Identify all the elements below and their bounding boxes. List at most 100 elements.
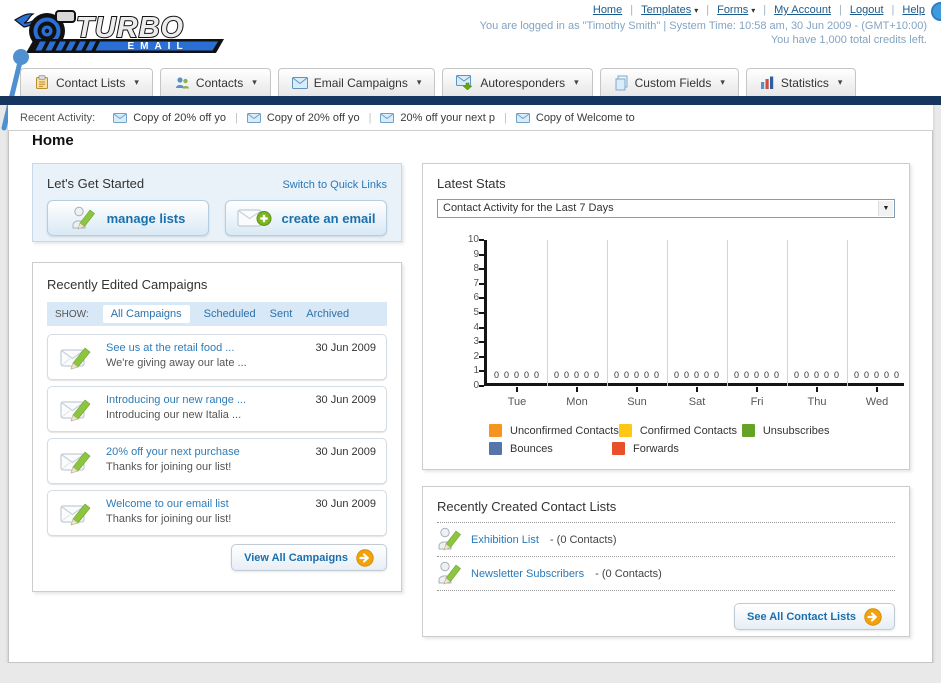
chart-gridline bbox=[847, 240, 848, 386]
chart-legend: Unconfirmed Contacts Confirmed Contacts Un… bbox=[489, 424, 871, 455]
tab-statistics[interactable]: Statistics ▾ bbox=[745, 68, 857, 96]
campaign-title-link[interactable]: 20% off your next purchase bbox=[106, 446, 240, 458]
legend-item: Forwards bbox=[612, 442, 735, 455]
chart-gridline bbox=[607, 240, 608, 386]
data-value-label: 0 bbox=[613, 370, 619, 380]
contact-list-link[interactable]: Newsletter Subscribers bbox=[471, 568, 584, 580]
campaign-title-link[interactable]: See us at the retail food ... bbox=[106, 342, 234, 354]
activity-separator: | bbox=[504, 111, 507, 124]
tab-contacts[interactable]: Contacts ▾ bbox=[159, 68, 271, 96]
legend-swatch bbox=[489, 442, 502, 455]
tab-dropdown-arrow-icon: ▾ bbox=[837, 77, 843, 87]
stats-period-select[interactable]: Contact Activity for the Last 7 Days ▼ bbox=[437, 199, 895, 218]
campaign-list: See us at the retail food ... We're givin… bbox=[47, 334, 387, 536]
envelope-pencil-icon bbox=[60, 500, 92, 533]
recent-activity-items: Copy of 20% off yo | Copy of 20% off yo | 20… bbox=[113, 112, 635, 124]
data-value-label: 0 bbox=[833, 370, 839, 380]
data-value-label: 0 bbox=[583, 370, 589, 380]
create-email-label: create an email bbox=[281, 210, 376, 226]
envelope-pencil-icon bbox=[60, 344, 92, 377]
header-nav-links: Home | Templates ▾ | Forms ▾ | My Account | Logout… bbox=[480, 4, 927, 16]
filter-archived[interactable]: Archived bbox=[306, 308, 349, 320]
manage-lists-button[interactable]: manage lists bbox=[47, 200, 209, 236]
campaigns-title: Recently Edited Campaigns bbox=[47, 277, 208, 292]
person-pencil-icon bbox=[437, 526, 463, 553]
contact-list-item[interactable]: Newsletter Subscribers - (0 Contacts) bbox=[437, 557, 895, 591]
filter-all-campaigns[interactable]: All Campaigns bbox=[102, 305, 190, 323]
tab-email-campaigns[interactable]: Email Campaigns ▾ bbox=[277, 68, 436, 96]
y-axis-tick-label: 0 bbox=[473, 380, 479, 391]
tab-autoresponders[interactable]: Autoresponders ▾ bbox=[442, 68, 593, 96]
x-axis-tick bbox=[636, 387, 638, 392]
chart-gridline bbox=[787, 240, 788, 386]
campaign-card[interactable]: 20% off your next purchase Thanks for joi… bbox=[47, 438, 387, 484]
nav-separator: | bbox=[891, 4, 895, 16]
data-value-label: 0 bbox=[573, 370, 579, 380]
data-value-label: 0 bbox=[693, 370, 699, 380]
recent-activity-item[interactable]: Copy of Welcome to bbox=[515, 111, 635, 124]
filter-scheduled[interactable]: Scheduled bbox=[204, 308, 256, 320]
header-link-logout[interactable]: Logout bbox=[850, 4, 884, 16]
campaign-card[interactable]: Introducing our new range ... Introducing… bbox=[47, 386, 387, 432]
data-value-label: 0 bbox=[813, 370, 819, 380]
recent-activity-item[interactable]: 20% off your next p bbox=[380, 112, 495, 124]
contact-list-item[interactable]: Exhibition List - (0 Contacts) bbox=[437, 523, 895, 557]
y-axis-tick-label: 5 bbox=[473, 307, 479, 318]
autoresponder-icon bbox=[456, 75, 474, 90]
tab-label: Autoresponders bbox=[480, 75, 566, 90]
envelope-pencil-icon bbox=[60, 396, 92, 429]
legend-item: Bounces bbox=[489, 442, 612, 455]
header-link-home[interactable]: Home bbox=[593, 4, 622, 16]
contact-list-detail: - (0 Contacts) bbox=[592, 567, 662, 580]
get-started-panel: Let's Get Started Switch to Quick Links … bbox=[32, 163, 402, 242]
x-axis-label: Sat bbox=[688, 396, 706, 408]
recent-activity-item[interactable]: Copy of 20% off yo bbox=[113, 112, 226, 124]
data-value-label: 0 bbox=[643, 370, 649, 380]
data-value-label: 0 bbox=[523, 370, 529, 380]
tab-label: Custom Fields bbox=[634, 75, 712, 90]
campaign-filter-bar: SHOW: All Campaigns Scheduled Sent Archived bbox=[47, 302, 387, 326]
contact-list-detail: - (0 Contacts) bbox=[546, 533, 617, 546]
view-all-campaigns-button[interactable]: View All Campaigns bbox=[231, 544, 387, 571]
x-axis-label: Sun bbox=[627, 396, 647, 408]
filter-sent[interactable]: Sent bbox=[270, 308, 293, 320]
campaign-filters: All Campaigns Scheduled Sent Archived bbox=[102, 305, 349, 323]
tab-dropdown-arrow-icon: ▾ bbox=[252, 77, 257, 87]
select-arrow-icon[interactable]: ▼ bbox=[878, 201, 893, 216]
legend-swatch bbox=[741, 424, 755, 437]
create-email-button[interactable]: create an email bbox=[225, 200, 387, 236]
statistics-icon bbox=[760, 75, 775, 90]
data-value-label: 0 bbox=[713, 370, 719, 380]
y-axis-tick-label: 9 bbox=[473, 248, 479, 260]
header-link-help[interactable]: Help bbox=[902, 4, 925, 16]
y-axis-tick bbox=[479, 239, 484, 241]
campaign-card[interactable]: Welcome to our email list Thanks for join… bbox=[47, 490, 387, 536]
logo-title: TURBO bbox=[76, 12, 184, 44]
data-value-label: 0 bbox=[503, 370, 509, 380]
contact-list-link[interactable]: Exhibition List bbox=[471, 534, 539, 546]
nav-separator: | bbox=[706, 4, 710, 16]
contact-list-icon bbox=[34, 74, 50, 91]
tab-contact-lists[interactable]: Contact Lists ▾ bbox=[20, 68, 153, 96]
y-axis-tick-label: 3 bbox=[473, 336, 479, 348]
data-value-label: 0 bbox=[553, 370, 559, 380]
header-link-templates[interactable]: Templates ▾ bbox=[641, 4, 698, 16]
x-axis-tick bbox=[816, 387, 818, 392]
data-value-label: 0 bbox=[703, 370, 709, 380]
header-link-forms[interactable]: Forms ▾ bbox=[717, 4, 755, 16]
recent-activity-item[interactable]: Copy of 20% off yo bbox=[246, 112, 360, 124]
campaign-title-link[interactable]: Welcome to our email list bbox=[106, 498, 229, 510]
campaign-card[interactable]: See us at the retail food ... We're givin… bbox=[47, 334, 387, 380]
switch-quick-links[interactable]: Switch to Quick Links bbox=[282, 179, 387, 191]
header-link-my-account[interactable]: My Account bbox=[774, 4, 831, 16]
activity-item-label: Copy of Welcome to bbox=[535, 111, 635, 124]
legend-label: Forwards bbox=[633, 442, 679, 455]
chart-gridline bbox=[727, 240, 728, 386]
tab-label: Email Campaigns bbox=[313, 75, 408, 90]
x-axis-label: Thu bbox=[807, 396, 827, 408]
campaign-date: 30 Jun 2009 bbox=[315, 394, 376, 406]
see-all-contact-lists-button[interactable]: See All Contact Lists bbox=[733, 603, 895, 630]
tab-custom-fields[interactable]: Custom Fields ▾ bbox=[599, 68, 739, 96]
campaign-title-link[interactable]: Introducing our new range ... bbox=[106, 394, 246, 406]
data-value-label: 0 bbox=[863, 370, 869, 380]
